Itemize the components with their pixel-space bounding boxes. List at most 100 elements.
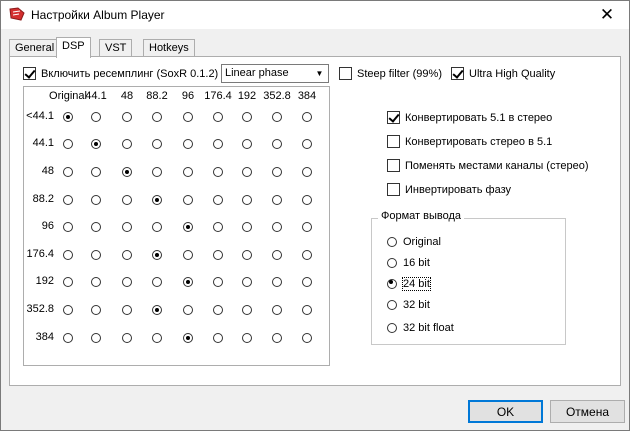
matrix-radio[interactable] <box>272 139 282 149</box>
matrix-radio[interactable] <box>302 167 312 177</box>
matrix-radio[interactable] <box>152 277 162 287</box>
option-convert-stereo-51[interactable]: Конвертировать стерео в 5.1 <box>387 135 552 148</box>
matrix-radio[interactable] <box>272 333 282 343</box>
matrix-radio[interactable] <box>122 112 132 122</box>
matrix-radio[interactable] <box>63 139 73 149</box>
format-radio[interactable] <box>387 323 397 333</box>
matrix-radio[interactable] <box>122 333 132 343</box>
format-option-32bit[interactable]: 32 bit <box>387 299 430 311</box>
matrix-radio[interactable] <box>183 112 193 122</box>
matrix-radio[interactable] <box>272 305 282 315</box>
matrix-radio[interactable] <box>242 222 252 232</box>
matrix-radio[interactable] <box>152 167 162 177</box>
tab-hotkeys[interactable]: Hotkeys <box>143 39 195 57</box>
matrix-radio[interactable] <box>183 139 193 149</box>
format-radio[interactable] <box>387 279 397 289</box>
matrix-radio[interactable] <box>302 195 312 205</box>
matrix-radio[interactable] <box>213 222 223 232</box>
matrix-radio[interactable] <box>91 250 101 260</box>
matrix-radio[interactable] <box>122 250 132 260</box>
matrix-radio[interactable] <box>183 333 193 343</box>
matrix-radio[interactable] <box>91 305 101 315</box>
matrix-radio[interactable] <box>183 305 193 315</box>
format-radio[interactable] <box>387 237 397 247</box>
format-option-16bit[interactable]: 16 bit <box>387 257 430 269</box>
option-invert-phase[interactable]: Инвертировать фазу <box>387 183 511 196</box>
matrix-radio[interactable] <box>272 167 282 177</box>
cancel-button[interactable]: Отмена <box>550 400 625 423</box>
matrix-radio[interactable] <box>213 250 223 260</box>
resampling-checkbox[interactable]: Включить ресемплинг (SoxR 0.1.2) <box>23 67 218 80</box>
filter-select[interactable]: Linear phase ▼ <box>221 64 329 83</box>
matrix-radio[interactable] <box>122 167 132 177</box>
steep-filter-checkbox[interactable]: Steep filter (99%) <box>339 67 442 80</box>
matrix-radio[interactable] <box>63 167 73 177</box>
matrix-radio[interactable] <box>63 333 73 343</box>
matrix-radio[interactable] <box>272 277 282 287</box>
matrix-radio[interactable] <box>242 277 252 287</box>
matrix-radio[interactable] <box>302 112 312 122</box>
matrix-radio[interactable] <box>242 139 252 149</box>
matrix-radio[interactable] <box>213 112 223 122</box>
matrix-radio[interactable] <box>152 139 162 149</box>
ok-button[interactable]: OK <box>468 400 543 423</box>
matrix-radio[interactable] <box>213 195 223 205</box>
steep-filter-check-box[interactable] <box>339 67 352 80</box>
title-bar[interactable]: Настройки Album Player ✕ <box>1 1 629 29</box>
matrix-radio[interactable] <box>122 195 132 205</box>
format-option-original[interactable]: Original <box>387 236 441 248</box>
matrix-radio[interactable] <box>152 333 162 343</box>
matrix-radio[interactable] <box>63 277 73 287</box>
matrix-radio[interactable] <box>302 250 312 260</box>
tab-general[interactable]: General <box>9 39 61 57</box>
matrix-radio[interactable] <box>122 277 132 287</box>
matrix-radio[interactable] <box>272 195 282 205</box>
matrix-radio[interactable] <box>152 250 162 260</box>
matrix-radio[interactable] <box>63 250 73 260</box>
matrix-radio[interactable] <box>302 277 312 287</box>
swap-channels-check-box[interactable] <box>387 159 400 172</box>
matrix-radio[interactable] <box>213 277 223 287</box>
matrix-radio[interactable] <box>122 139 132 149</box>
matrix-radio[interactable] <box>91 222 101 232</box>
matrix-radio[interactable] <box>183 222 193 232</box>
format-radio[interactable] <box>387 300 397 310</box>
matrix-radio[interactable] <box>152 112 162 122</box>
format-option-24bit[interactable]: 24 bit <box>387 277 431 291</box>
chevron-down-icon[interactable]: ▼ <box>311 65 328 82</box>
ultra-hq-check-box[interactable] <box>451 67 464 80</box>
matrix-radio[interactable] <box>242 112 252 122</box>
matrix-radio[interactable] <box>63 305 73 315</box>
format-radio[interactable] <box>387 258 397 268</box>
matrix-radio[interactable] <box>242 195 252 205</box>
matrix-radio[interactable] <box>213 139 223 149</box>
matrix-radio[interactable] <box>272 112 282 122</box>
tab-dsp[interactable]: DSP <box>56 37 91 58</box>
format-option-32bit-float[interactable]: 32 bit float <box>387 322 454 334</box>
matrix-radio[interactable] <box>183 195 193 205</box>
matrix-radio[interactable] <box>302 305 312 315</box>
matrix-radio[interactable] <box>152 195 162 205</box>
matrix-radio[interactable] <box>91 333 101 343</box>
matrix-radio[interactable] <box>63 195 73 205</box>
matrix-radio[interactable] <box>213 305 223 315</box>
matrix-radio[interactable] <box>302 222 312 232</box>
matrix-radio[interactable] <box>272 250 282 260</box>
matrix-radio[interactable] <box>183 167 193 177</box>
matrix-radio[interactable] <box>152 305 162 315</box>
matrix-radio[interactable] <box>213 333 223 343</box>
ultra-hq-checkbox[interactable]: Ultra High Quality <box>451 67 555 80</box>
matrix-radio[interactable] <box>183 250 193 260</box>
matrix-radio[interactable] <box>91 112 101 122</box>
matrix-radio[interactable] <box>91 167 101 177</box>
close-icon[interactable]: ✕ <box>585 1 629 29</box>
invert-phase-check-box[interactable] <box>387 183 400 196</box>
matrix-radio[interactable] <box>213 167 223 177</box>
matrix-radio[interactable] <box>242 333 252 343</box>
matrix-radio[interactable] <box>302 139 312 149</box>
resampling-check-box[interactable] <box>23 67 36 80</box>
matrix-radio[interactable] <box>91 277 101 287</box>
matrix-radio[interactable] <box>122 305 132 315</box>
matrix-radio[interactable] <box>122 222 132 232</box>
matrix-radio[interactable] <box>272 222 282 232</box>
